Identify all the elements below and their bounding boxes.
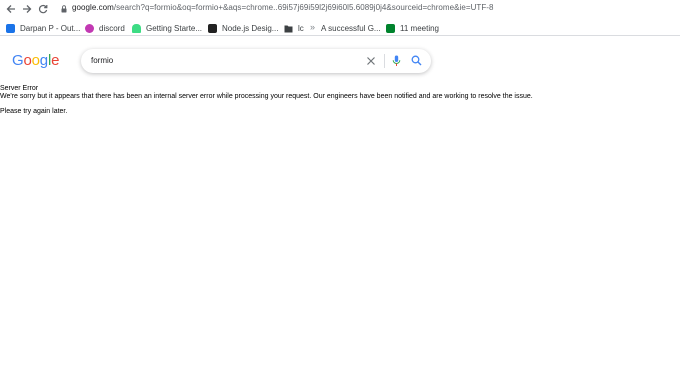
bookmark-label: Darpan P - Out... bbox=[20, 23, 81, 33]
discord-icon bbox=[85, 23, 94, 33]
bookmark-label: Getting Starte... bbox=[146, 23, 203, 33]
url-path: /search?q=formio&oq=formio+&aqs=chrome..… bbox=[113, 3, 494, 12]
bookmark-label: A successful G... bbox=[321, 23, 381, 33]
logo-letter: o bbox=[23, 52, 32, 69]
address-bar[interactable]: google.com/search?q=formio&oq=formio+&aq… bbox=[72, 3, 494, 12]
nodejs-icon bbox=[208, 23, 217, 33]
google-logo[interactable]: Google bbox=[12, 52, 59, 69]
bookmark-label: discord bbox=[99, 23, 125, 33]
search-icon[interactable] bbox=[411, 55, 422, 66]
bookmark-getting-started[interactable]: Getting Starte... bbox=[132, 22, 202, 34]
bookmarks-bar: Darpan P - Out... discord Getting Starte… bbox=[0, 19, 680, 36]
reload-icon bbox=[38, 4, 48, 14]
folder-icon bbox=[284, 25, 293, 32]
back-arrow-icon bbox=[6, 5, 15, 13]
bookmark-folder-lc[interactable]: lc bbox=[284, 22, 304, 34]
bookmark-label: lc bbox=[298, 23, 304, 33]
more-bookmarks-chevron-icon[interactable]: » bbox=[310, 22, 315, 32]
bookmark-nodejs[interactable]: Node.js Desig... bbox=[208, 22, 278, 34]
logo-letter: G bbox=[12, 52, 24, 69]
lock-icon bbox=[61, 5, 67, 13]
back-button[interactable] bbox=[4, 2, 18, 16]
bookmark-discord[interactable]: discord bbox=[85, 22, 125, 34]
forward-button[interactable] bbox=[20, 2, 34, 16]
outlook-icon bbox=[6, 23, 15, 33]
url-host: google.com bbox=[72, 3, 114, 12]
logo-letter: g bbox=[39, 52, 48, 69]
reload-button[interactable] bbox=[36, 2, 50, 16]
logo-letter: o bbox=[31, 52, 40, 69]
error-title: Server Error bbox=[0, 85, 39, 92]
bookmark-successful-git[interactable]: A successful G... bbox=[321, 22, 381, 34]
logo-letter: e bbox=[51, 52, 60, 69]
search-divider bbox=[384, 54, 385, 68]
bookmark-label: 11 meeting bbox=[400, 23, 439, 33]
error-retry: Please try again later. bbox=[0, 108, 68, 115]
microphone-icon[interactable] bbox=[392, 55, 401, 67]
browser-toolbar: google.com/search?q=formio&oq=formio+&aq… bbox=[0, 0, 680, 19]
bookmark-darpan[interactable]: Darpan P - Out... bbox=[6, 22, 80, 34]
clear-icon[interactable] bbox=[366, 56, 376, 66]
search-input[interactable]: formio bbox=[91, 56, 113, 65]
error-message: We're sorry but it appears that there ha… bbox=[0, 93, 533, 100]
android-icon bbox=[132, 23, 141, 33]
bookmark-label: Node.js Desig... bbox=[222, 23, 279, 33]
search-box[interactable]: formio bbox=[81, 49, 431, 73]
forward-arrow-icon bbox=[23, 5, 32, 13]
meet-icon bbox=[386, 23, 395, 33]
bookmark-meeting[interactable]: 11 meeting bbox=[386, 22, 439, 34]
